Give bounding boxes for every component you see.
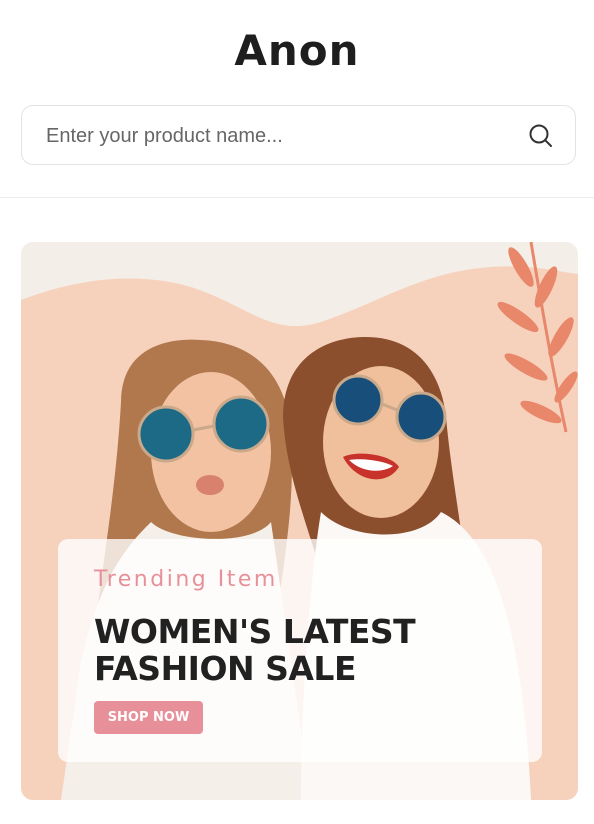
search-input[interactable] [44,106,518,166]
search-bar [21,105,576,166]
banner-title: WOMEN'S LATEST FASHION SALE [94,613,534,687]
banner-subtitle: Trending Item [94,567,278,592]
shop-now-button[interactable]: SHOP NOW [94,701,203,734]
hero-banner: Trending Item WOMEN'S LATEST FASHION SAL… [21,242,578,800]
site-logo[interactable]: Anon [0,26,594,75]
header-divider [0,197,594,198]
search-icon [529,124,552,147]
banner-title-line-1: WOMEN'S LATEST [94,612,416,651]
promo-card: Trending Item WOMEN'S LATEST FASHION SAL… [58,539,542,762]
banner-title-line-2: FASHION SALE [94,649,357,688]
search-button[interactable] [527,122,555,150]
